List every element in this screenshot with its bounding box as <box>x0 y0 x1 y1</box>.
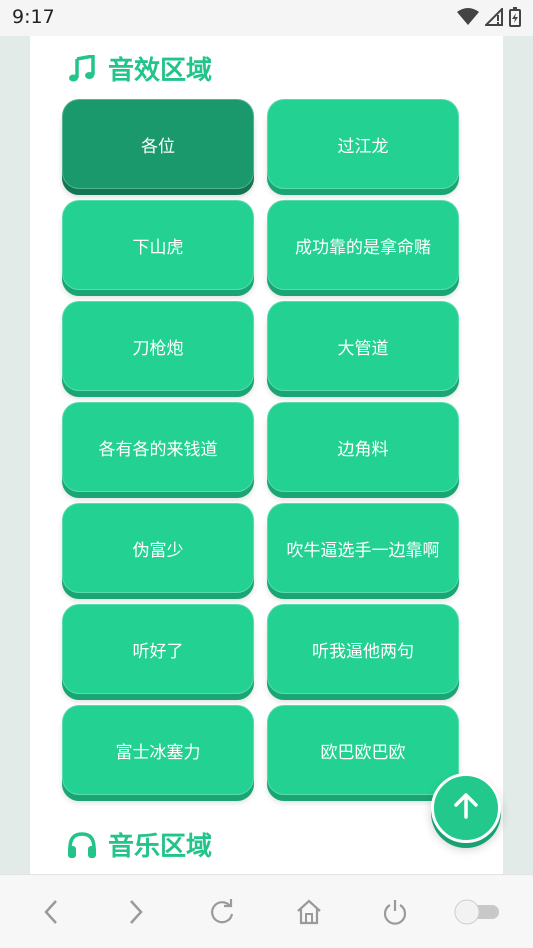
sound-button-label: 下山虎 <box>132 237 184 258</box>
reload-icon[interactable] <box>205 895 239 929</box>
sound-button-label: 成功靠的是拿命赌 <box>295 237 431 258</box>
scroll-to-top-button[interactable] <box>431 773 501 843</box>
music-section-title: 音乐区域 <box>66 826 212 863</box>
sound-effects-section-title: 音效区域 <box>66 50 212 87</box>
sound-button-label: 过江龙 <box>337 136 389 157</box>
sound-button-label: 吹牛逼选手一边靠啊 <box>286 540 440 561</box>
headphones-icon <box>66 829 98 861</box>
sound-button-label: 各有各的来钱道 <box>98 439 218 460</box>
sound-button[interactable]: 富士冰塞力 <box>62 705 254 795</box>
content-panel[interactable]: 音效区域 各位 过江龙 下山虎 成功靠的是拿命赌 刀枪炮 大管道 各有各的来钱道… <box>30 36 503 874</box>
back-icon[interactable] <box>34 895 68 929</box>
home-icon[interactable] <box>292 895 326 929</box>
forward-icon[interactable] <box>119 895 153 929</box>
sound-button[interactable]: 刀枪炮 <box>62 301 254 391</box>
sound-button-label: 欧巴欧巴欧 <box>320 742 406 763</box>
music-note-icon <box>66 53 98 85</box>
sound-button[interactable]: 伪富少 <box>62 503 254 593</box>
sound-effects-grid: 各位 过江龙 下山虎 成功靠的是拿命赌 刀枪炮 大管道 各有各的来钱道 边角料 … <box>62 99 459 795</box>
signal-icon <box>483 6 503 30</box>
sound-button[interactable]: 吹牛逼选手一边靠啊 <box>267 503 459 593</box>
sound-effects-title-text: 音效区域 <box>108 56 213 86</box>
sound-button[interactable]: 下山虎 <box>62 200 254 290</box>
music-title-text: 音乐区域 <box>108 832 213 862</box>
status-bar: 9:17 <box>0 0 533 36</box>
sound-button[interactable]: 各有各的来钱道 <box>62 402 254 492</box>
sound-button-label: 富士冰塞力 <box>115 742 201 763</box>
sound-button[interactable]: 欧巴欧巴欧 <box>267 705 459 795</box>
arrow-up-icon <box>451 791 481 825</box>
sound-button[interactable]: 成功靠的是拿命赌 <box>267 200 459 290</box>
sound-button[interactable]: 各位 <box>62 99 254 189</box>
sound-button-label: 各位 <box>141 136 175 157</box>
power-icon[interactable] <box>378 895 412 929</box>
sound-button[interactable]: 过江龙 <box>267 99 459 189</box>
sound-button[interactable]: 大管道 <box>267 301 459 391</box>
sound-button[interactable]: 边角料 <box>267 402 459 492</box>
status-time: 9:17 <box>12 6 55 28</box>
toggle-switch[interactable] <box>452 895 502 929</box>
sound-button-label: 大管道 <box>337 338 389 359</box>
sound-button[interactable]: 听我逼他两句 <box>267 604 459 694</box>
status-icons <box>457 6 521 31</box>
sound-button-label: 边角料 <box>337 439 389 460</box>
sound-button-label: 听好了 <box>132 641 184 662</box>
sound-button-label: 听我逼他两句 <box>312 641 414 662</box>
wifi-icon <box>457 8 479 30</box>
battery-charging-icon <box>509 7 521 31</box>
bottom-nav-bar <box>0 874 533 948</box>
sound-button-label: 刀枪炮 <box>132 338 184 359</box>
sound-button[interactable]: 听好了 <box>62 604 254 694</box>
sound-button-label: 伪富少 <box>132 540 184 561</box>
